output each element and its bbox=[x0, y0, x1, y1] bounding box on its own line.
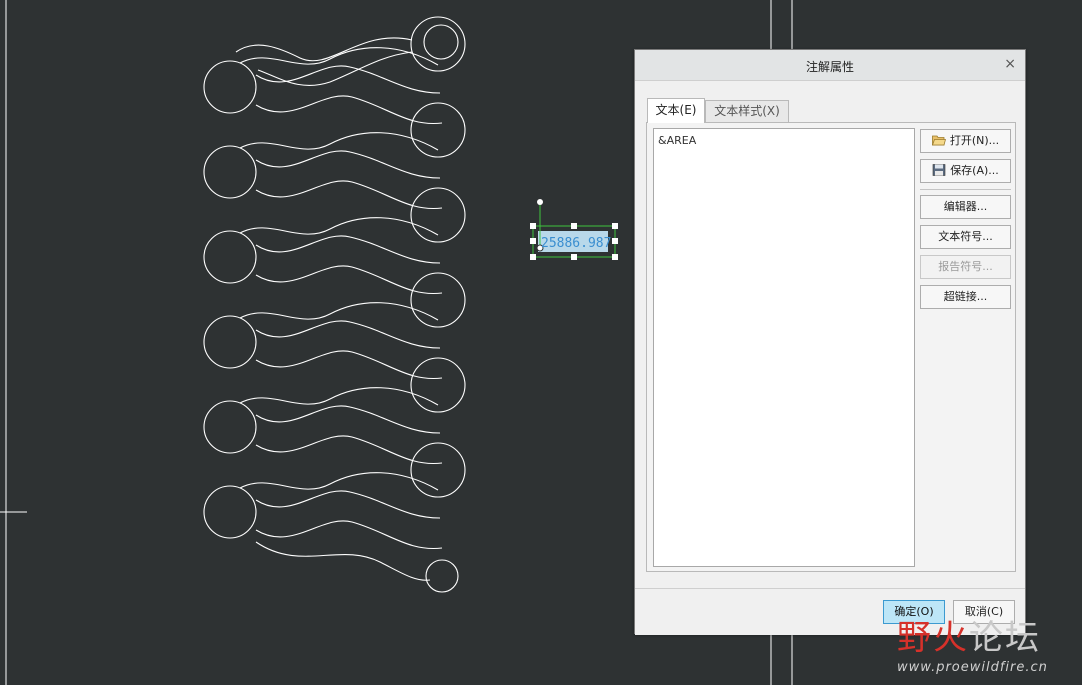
right-end-circle[interactable] bbox=[410, 357, 466, 413]
wave-strand-lower[interactable] bbox=[255, 435, 443, 465]
wave-strand-upper[interactable] bbox=[255, 490, 441, 519]
wave-strand-upper[interactable] bbox=[255, 65, 441, 94]
button-separator bbox=[920, 189, 1011, 190]
right-end-circle[interactable] bbox=[410, 442, 466, 498]
wave-strand-upper[interactable] bbox=[255, 320, 441, 349]
bottom-end-circle[interactable] bbox=[425, 559, 459, 593]
serpentine-sketch[interactable] bbox=[203, 16, 466, 593]
handle-bl[interactable] bbox=[530, 254, 536, 260]
selected-annotation[interactable]: 25886.987 bbox=[530, 199, 618, 260]
tab-text[interactable]: 文本(E) bbox=[647, 98, 705, 123]
left-end-circle[interactable] bbox=[203, 60, 257, 114]
wave-bridge[interactable] bbox=[239, 132, 439, 151]
wave-strand-lower[interactable] bbox=[255, 265, 443, 295]
close-icon[interactable]: × bbox=[1004, 56, 1016, 72]
report-symbol-button: 报告符号... bbox=[920, 255, 1011, 279]
right-end-circle[interactable] bbox=[410, 187, 466, 243]
right-end-circle[interactable] bbox=[410, 102, 466, 158]
open-button[interactable]: 打开(N)... bbox=[920, 129, 1011, 153]
wave-bridge[interactable] bbox=[239, 472, 439, 491]
handle-br[interactable] bbox=[612, 254, 618, 260]
annotation-properties-dialog[interactable]: 注解属性 × 文本(E) 文本样式(X) &AREA 打开(N)... 保存(A… bbox=[634, 49, 1026, 635]
hyperlink-button[interactable]: 超链接... bbox=[920, 285, 1011, 309]
tab-panel: &AREA 打开(N)... 保存(A)... 编辑器... 文本符号... 报… bbox=[646, 122, 1016, 572]
floppy-disk-icon bbox=[932, 164, 946, 176]
folder-icon bbox=[931, 135, 946, 146]
handle-tl[interactable] bbox=[530, 223, 536, 229]
wave-strand-upper[interactable] bbox=[255, 235, 441, 264]
dialog-title: 注解属性 bbox=[805, 60, 854, 74]
wave-bridge[interactable] bbox=[239, 302, 439, 321]
watermark-url: www.proewildfire.cn bbox=[897, 660, 1048, 675]
text-symbol-button[interactable]: 文本符号... bbox=[920, 225, 1011, 249]
left-end-circle[interactable] bbox=[203, 400, 257, 454]
wave-bridge[interactable] bbox=[239, 217, 439, 236]
wave-strand-lower[interactable] bbox=[255, 350, 443, 380]
handle-tm[interactable] bbox=[571, 223, 577, 229]
watermark-red-text: 野火 bbox=[897, 618, 969, 658]
annotation-leader-handle[interactable] bbox=[537, 199, 543, 205]
wave-strand-upper[interactable] bbox=[255, 405, 441, 434]
wave-bridge[interactable] bbox=[239, 47, 439, 66]
left-end-circle[interactable] bbox=[203, 230, 257, 284]
left-end-circle[interactable] bbox=[203, 485, 257, 539]
handle-ml[interactable] bbox=[530, 238, 536, 244]
tab-text-style[interactable]: 文本样式(X) bbox=[705, 100, 789, 122]
save-button-label: 保存(A)... bbox=[950, 164, 999, 177]
top-end-circle-inner[interactable] bbox=[423, 24, 459, 60]
handle-mr[interactable] bbox=[612, 238, 618, 244]
wave-strand-upper[interactable] bbox=[255, 150, 441, 179]
open-button-label: 打开(N)... bbox=[949, 134, 1000, 147]
save-button[interactable]: 保存(A)... bbox=[920, 159, 1011, 183]
left-end-circle[interactable] bbox=[203, 145, 257, 199]
editor-button[interactable]: 编辑器... bbox=[920, 195, 1011, 219]
handle-tr[interactable] bbox=[612, 223, 618, 229]
watermark-text: 论坛 bbox=[969, 618, 1041, 658]
annotation-text[interactable]: 25886.987 bbox=[541, 236, 611, 251]
wave-strand-lower[interactable] bbox=[255, 95, 443, 125]
annotation-text-field[interactable]: &AREA bbox=[653, 128, 915, 567]
handle-bm[interactable] bbox=[571, 254, 577, 260]
wave-strand-tail[interactable] bbox=[255, 541, 431, 581]
wave-bridge[interactable] bbox=[239, 387, 439, 406]
right-end-circle[interactable] bbox=[410, 272, 466, 328]
left-end-circle[interactable] bbox=[203, 315, 257, 369]
watermark-logo: 野火论坛 bbox=[897, 618, 1041, 658]
dialog-titlebar[interactable]: 注解属性 × bbox=[635, 50, 1025, 81]
wave-strand-lower[interactable] bbox=[255, 180, 443, 210]
wave-strand-lower[interactable] bbox=[255, 520, 443, 550]
